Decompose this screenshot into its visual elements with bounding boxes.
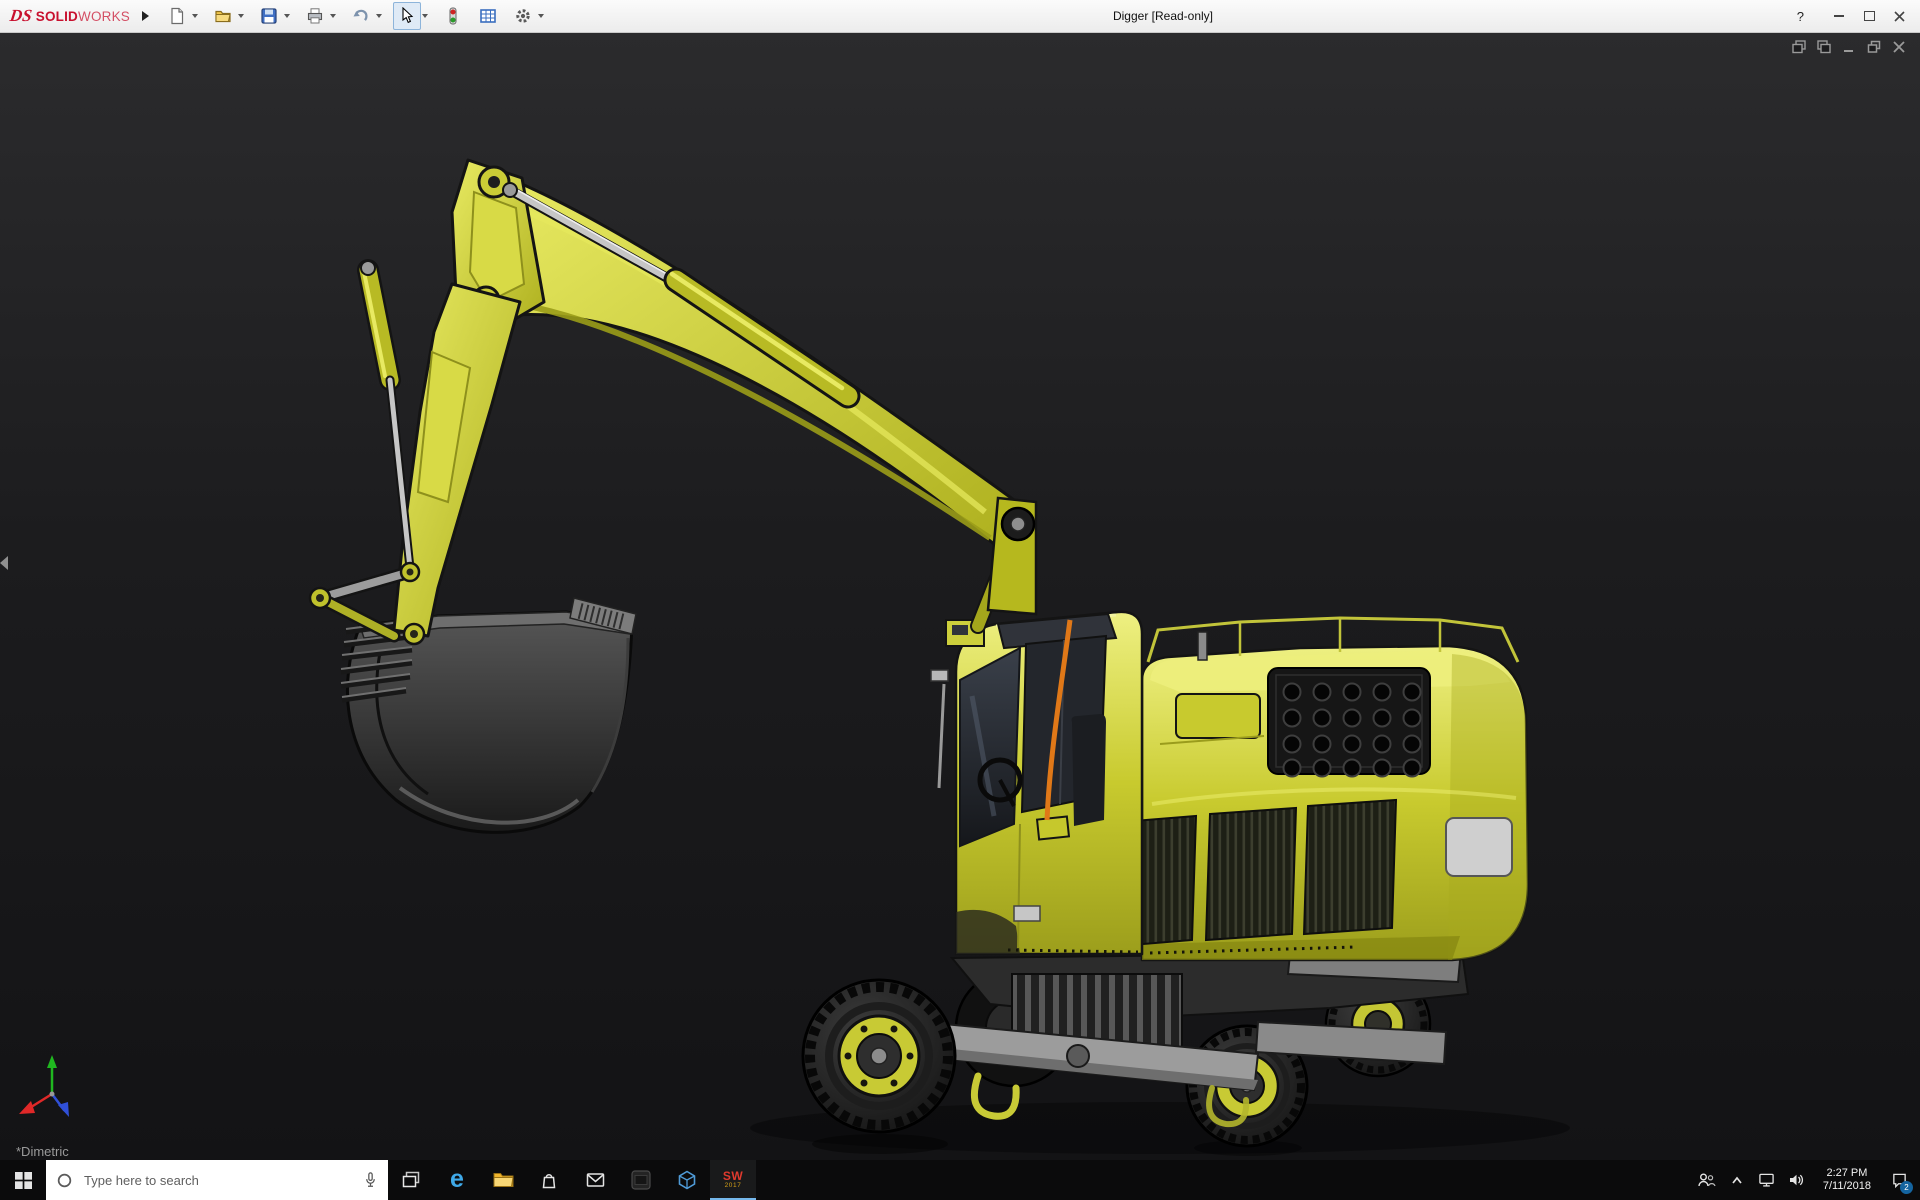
graphics-viewport[interactable]: *Dimetric <box>0 32 1920 1160</box>
print-dropdown-caret[interactable] <box>330 14 337 18</box>
taskbar-app-store[interactable] <box>526 1160 572 1200</box>
open-button[interactable] <box>209 2 237 30</box>
rear-access-panel <box>1445 817 1513 877</box>
taskbar-app-file-explorer[interactable] <box>480 1160 526 1200</box>
stick-arm[interactable] <box>392 282 522 638</box>
minimize-button[interactable] <box>1824 3 1854 29</box>
taskbar-clock[interactable]: 2:27 PM 7/11/2018 <box>1814 1167 1880 1193</box>
options-gear-icon <box>516 9 530 23</box>
dark-utility-app-icon <box>631 1170 651 1190</box>
task-view-icon <box>402 1171 420 1188</box>
bucket-cylinder[interactable] <box>357 259 415 573</box>
task-view-button[interactable] <box>388 1160 434 1200</box>
open-folder-icon <box>215 10 231 23</box>
mirror-post <box>937 683 946 789</box>
clock-date: 7/11/2018 <box>1822 1180 1871 1192</box>
close-button[interactable] <box>1884 3 1914 29</box>
show-hidden-icons-chevron[interactable] <box>1724 1160 1750 1200</box>
mirror <box>930 669 949 682</box>
window-previous-icon[interactable] <box>1791 39 1807 54</box>
titlebar: DS SOLID WORKS Digger [Read-only] ? <box>0 0 1920 33</box>
windows-logo-icon <box>14 1171 32 1189</box>
engine-grille-top <box>1267 667 1431 778</box>
brand-solid: SOLID <box>35 9 78 24</box>
seat <box>1071 714 1106 826</box>
3d-cube-app-icon <box>678 1170 696 1190</box>
file-explorer-icon <box>493 1173 514 1187</box>
solidworks-app-icon: SW 2017 <box>722 1169 744 1190</box>
help-button[interactable]: ? <box>1797 9 1804 24</box>
brand-works: WORKS <box>78 9 131 24</box>
search-input[interactable] <box>82 1171 354 1189</box>
collapse-panel-arrow-icon[interactable] <box>0 556 8 570</box>
excavator-model[interactable] <box>0 32 1920 1160</box>
windshield <box>959 646 1022 848</box>
options-button[interactable] <box>509 2 537 30</box>
microphone-icon[interactable] <box>363 1171 378 1189</box>
titlebar-controls: ? <box>1797 3 1920 29</box>
close-icon <box>1893 10 1905 22</box>
view-orientation-label: *Dimetric <box>16 1144 69 1159</box>
boom-base-bracket[interactable] <box>986 496 1038 616</box>
clock-time: 2:27 PM <box>1826 1167 1868 1179</box>
doc-restore-icon[interactable] <box>1866 39 1882 54</box>
new-dropdown-caret[interactable] <box>192 14 199 18</box>
new-document-icon <box>171 7 184 25</box>
print-button[interactable] <box>301 2 329 30</box>
undo-dropdown-caret[interactable] <box>376 14 383 18</box>
store-icon <box>542 1173 556 1188</box>
engine-house[interactable] <box>1116 616 1530 962</box>
volume-icon[interactable] <box>1784 1160 1810 1200</box>
select-dropdown-caret[interactable] <box>422 14 429 18</box>
front-left-wheel[interactable] <box>801 978 957 1134</box>
solidworks-logo: DS SOLID WORKS <box>0 6 130 26</box>
windows-taskbar: e SW 2017 2:27 PM 7/11/20 <box>0 1160 1920 1200</box>
design-table-button[interactable] <box>474 2 502 30</box>
taskbar-search[interactable] <box>46 1160 388 1200</box>
boom[interactable] <box>450 158 1024 547</box>
design-table-icon <box>480 9 496 23</box>
doc-minimize-icon[interactable] <box>1841 39 1857 54</box>
toolbar-expand-arrow-icon[interactable] <box>142 11 150 21</box>
exhaust-stack <box>1197 631 1208 661</box>
taskbar-app-dark-utility[interactable] <box>618 1160 664 1200</box>
save-button[interactable] <box>255 2 283 30</box>
maximize-button[interactable] <box>1854 3 1884 29</box>
new-document-button[interactable] <box>163 2 191 30</box>
network-icon[interactable] <box>1754 1160 1780 1200</box>
taskbar-app-3d[interactable] <box>664 1160 710 1200</box>
rebuild-button[interactable] <box>439 2 467 30</box>
doc-close-icon[interactable] <box>1891 39 1907 54</box>
undo-button[interactable] <box>347 2 375 30</box>
window-next-icon[interactable] <box>1816 39 1832 54</box>
quick-toolbar <box>163 2 553 30</box>
document-title: Digger [Read-only] <box>1112 9 1214 23</box>
rebuild-stoplight-icon <box>449 7 457 25</box>
taskbar-app-edge[interactable]: e <box>434 1160 480 1200</box>
start-button[interactable] <box>0 1160 46 1200</box>
cab-step <box>1013 905 1041 922</box>
action-center-button[interactable]: 2 <box>1884 1160 1914 1200</box>
save-dropdown-caret[interactable] <box>284 14 291 18</box>
edge-icon: e <box>450 1164 464 1193</box>
cortana-icon <box>57 1173 72 1187</box>
ds-logo-icon: DS <box>8 6 34 25</box>
people-icon[interactable] <box>1694 1160 1720 1200</box>
system-tray: 2:27 PM 7/11/2018 2 <box>1694 1160 1920 1200</box>
options-dropdown-caret[interactable] <box>538 14 545 18</box>
taskbar-app-solidworks[interactable]: SW 2017 <box>710 1160 756 1200</box>
select-cursor-icon <box>402 7 414 24</box>
orientation-triad <box>19 1055 69 1117</box>
mail-icon <box>586 1173 604 1187</box>
open-dropdown-caret[interactable] <box>238 14 245 18</box>
print-icon <box>307 8 323 24</box>
undo-icon <box>353 9 368 21</box>
notification-badge: 2 <box>1900 1181 1913 1194</box>
cab[interactable] <box>930 610 1144 956</box>
save-floppy-icon <box>261 8 277 24</box>
document-window-controls <box>1791 39 1907 54</box>
taskbar-app-mail[interactable] <box>572 1160 618 1200</box>
select-tool-button[interactable] <box>393 2 422 30</box>
side-vents <box>1116 798 1398 948</box>
